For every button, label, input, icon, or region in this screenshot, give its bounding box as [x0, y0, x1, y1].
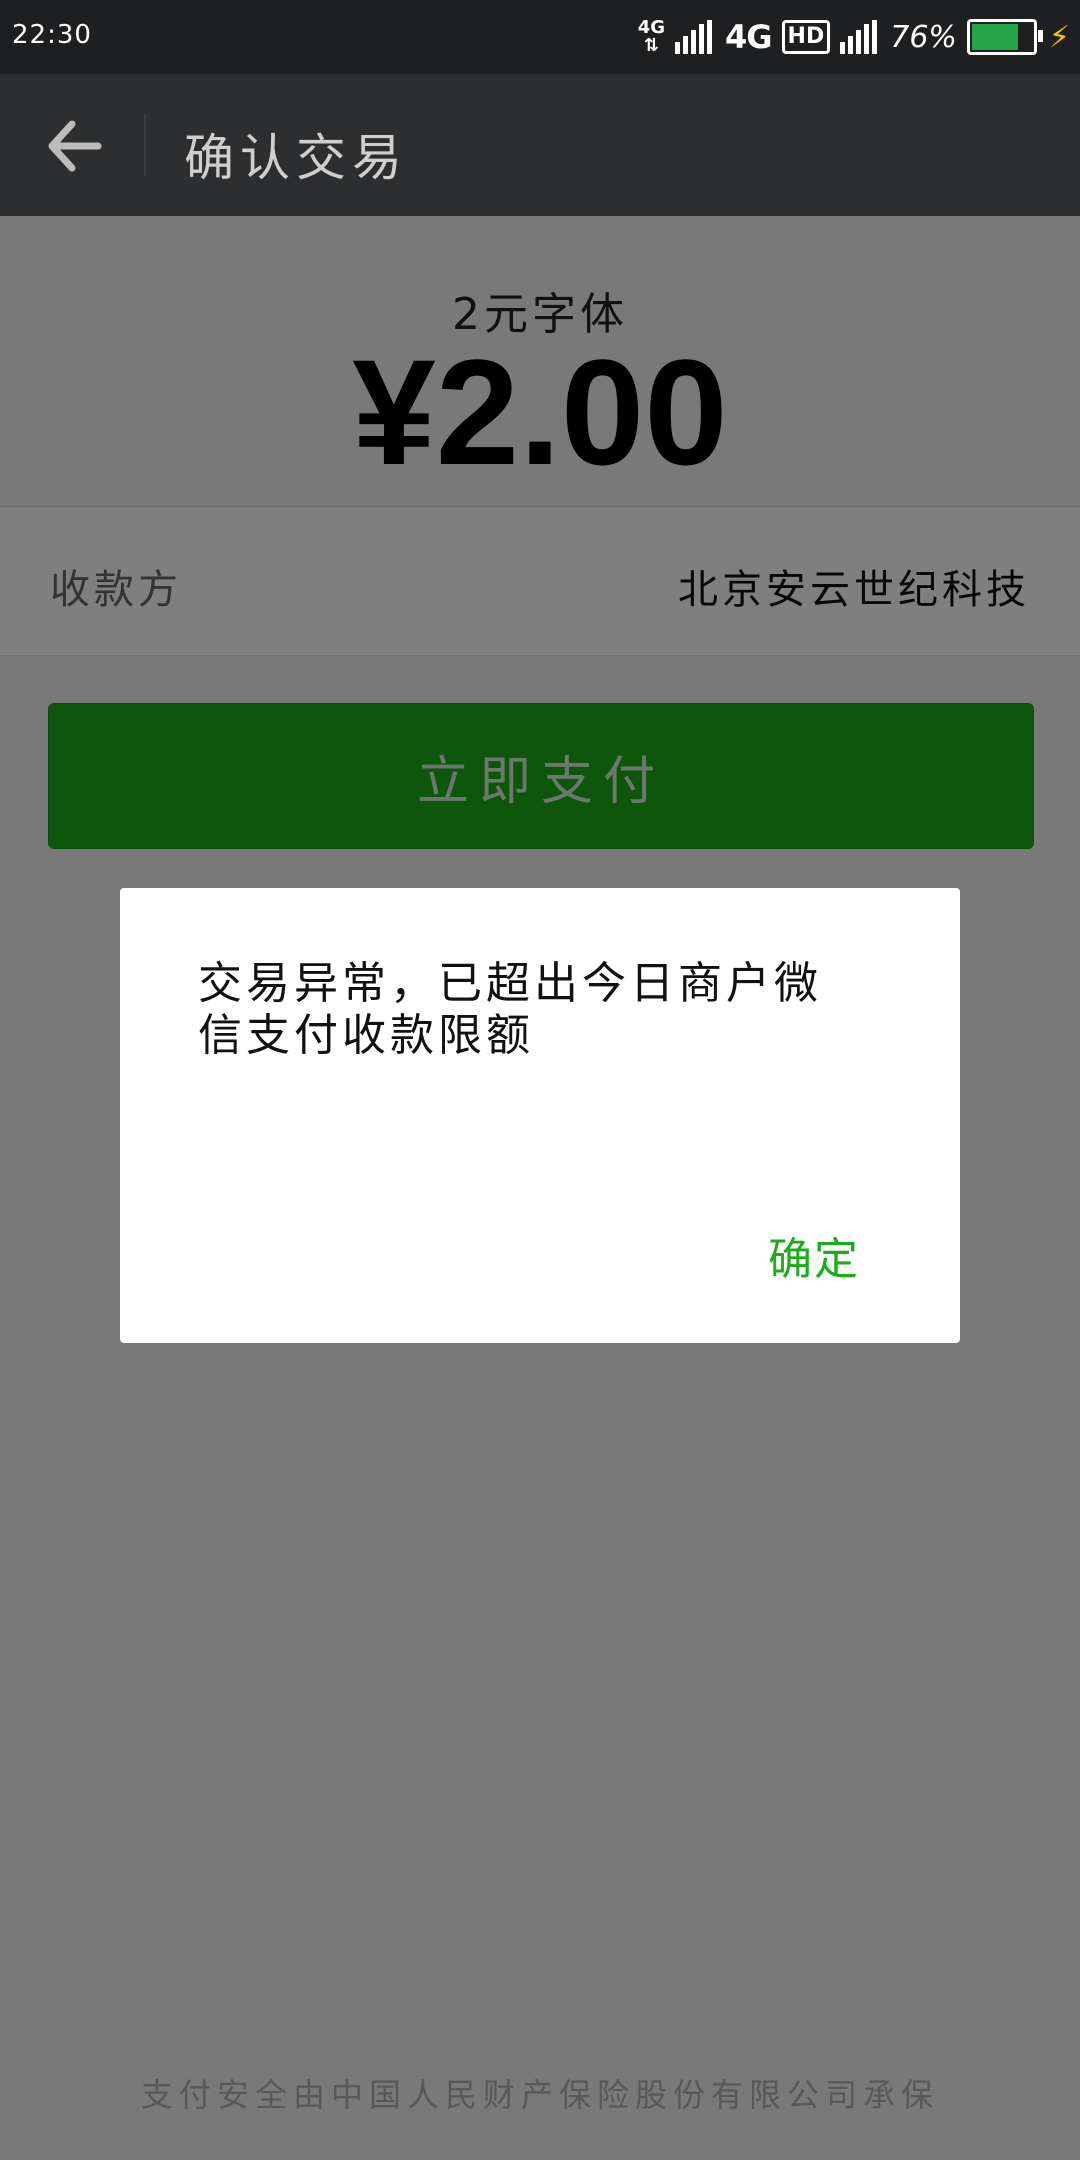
- battery-level: [971, 24, 1018, 50]
- arrow-left-icon: [48, 120, 102, 172]
- status-icons: 4G ⇅ 4G HD 76% ⚡: [628, 14, 1070, 60]
- data-arrows-icon: ⇅: [643, 35, 659, 56]
- network-type: 4G: [725, 18, 773, 56]
- header-divider: [144, 114, 146, 176]
- signal-icon-2: [840, 20, 878, 54]
- hd-badge: HD: [781, 20, 831, 54]
- battery-percent: 76%: [890, 19, 957, 55]
- network-indicator-small: 4G ⇅: [638, 19, 665, 55]
- status-bar: 22:30 4G ⇅ 4G HD 76% ⚡: [0, 0, 1080, 74]
- page-title: 确认交易: [184, 129, 408, 187]
- dialog-message: 交易异常，已超出今日商户微信支付收款限额: [198, 958, 822, 1061]
- signal-icon: [675, 20, 713, 54]
- back-button[interactable]: [38, 110, 110, 182]
- header: 确认交易: [0, 74, 1080, 216]
- error-dialog: 交易异常，已超出今日商户微信支付收款限额 确定: [120, 888, 960, 1343]
- confirm-button[interactable]: 确定: [768, 1223, 860, 1287]
- battery-icon: [966, 19, 1043, 55]
- charging-icon: ⚡: [1048, 19, 1070, 55]
- status-time: 22:30: [12, 20, 92, 50]
